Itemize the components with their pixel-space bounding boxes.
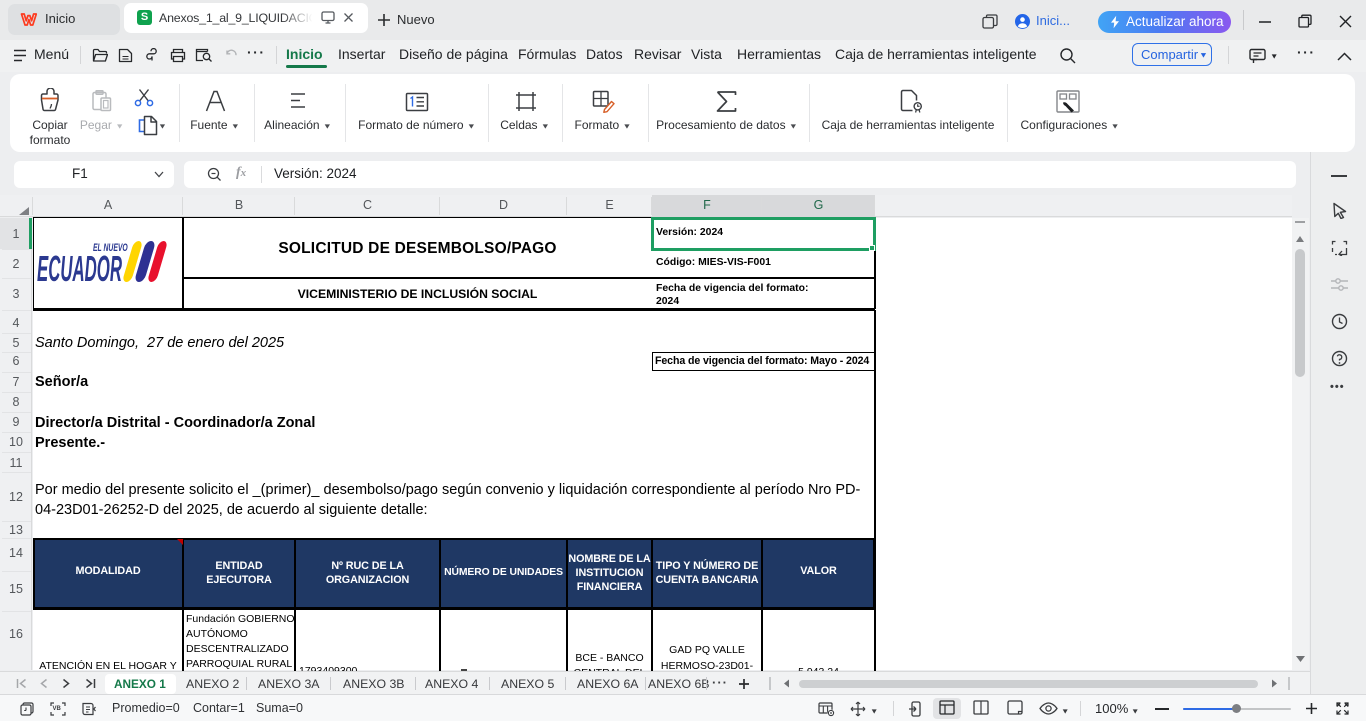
svg-text:VB: VB <box>53 706 62 712</box>
